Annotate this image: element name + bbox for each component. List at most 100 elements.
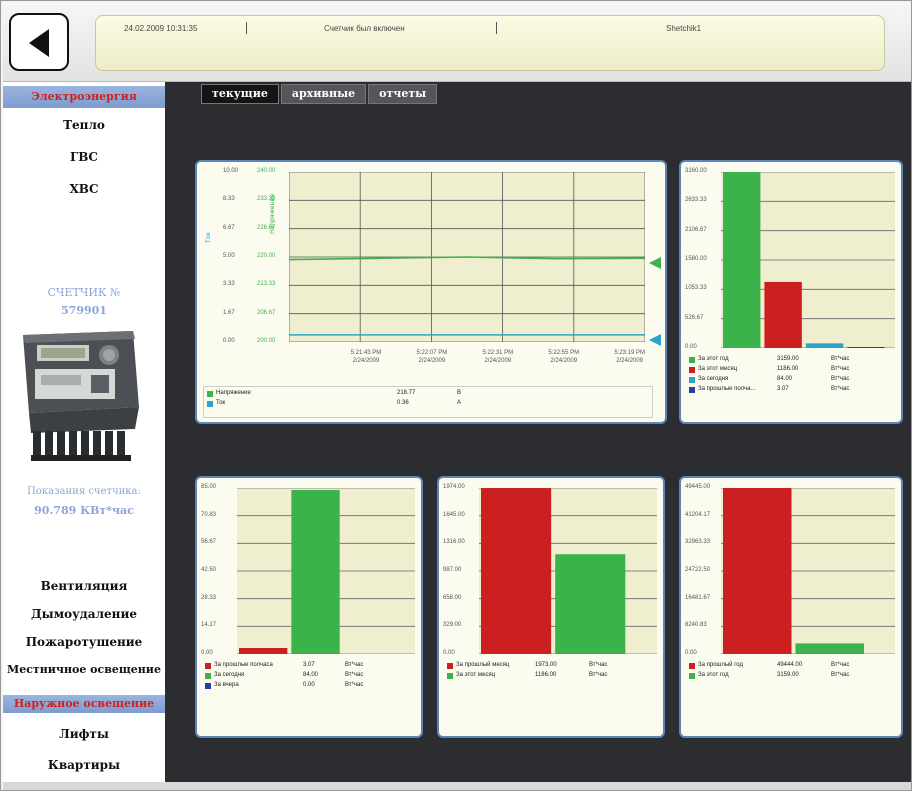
sidebar-item-apartments[interactable]: Квартиры: [3, 758, 165, 772]
left-axis-tick: 10.00: [223, 168, 239, 174]
tab-archive[interactable]: архивные: [280, 84, 367, 104]
bar-chart-panel-month: 1974.00 1645.00 1316.00 987.00 658.00 329.00 0…: [437, 476, 665, 738]
legend-value: 1973.00: [535, 662, 557, 668]
legend-swatch: [689, 357, 695, 363]
legend-name: За этот год: [698, 672, 729, 678]
x-axis-tick-date: 2/24/2009: [352, 358, 380, 364]
x-axis-tick-time: 5:21:43 PM: [350, 350, 382, 356]
right-axis-tick: 206.67: [257, 309, 276, 316]
separator: [496, 22, 497, 34]
legend-swatch: [689, 387, 695, 393]
sidebar-item-elevators[interactable]: Лифты: [3, 727, 165, 741]
window-frame: 24.02.2009 10:31:35 Счетчик был включен …: [0, 0, 912, 791]
legend-swatch: [207, 401, 213, 407]
sidebar-item-ventilation[interactable]: Вентиляция: [3, 579, 165, 593]
bar: [847, 347, 885, 348]
arrow-left-icon: [29, 29, 49, 57]
legend-value: 3159.00: [777, 356, 799, 362]
event-message-bar[interactable]: 24.02.2009 10:31:35 Счетчик был включен …: [95, 15, 885, 71]
y-axis-tick: 1053.33: [685, 285, 707, 292]
trend-chart-panel: Напряжение Ток 10.00 8.33 6.67 5.00 3.33 1.67…: [195, 160, 667, 424]
event-datetime: 24.02.2009 10:31:35: [124, 24, 198, 33]
y-axis-tick: 70.83: [201, 511, 217, 518]
legend-row: За вчера 0.00 Вт*час: [205, 682, 413, 691]
bar-chart-panel-today: 85.00 70.83 56.67 42.50 28.33 14.17 0.00 За про…: [195, 476, 423, 738]
sidebar-item-heat[interactable]: Тепло: [3, 118, 165, 132]
legend-swatch: [205, 663, 211, 669]
current-marker-icon: [649, 334, 661, 346]
y-axis-tick: 329.00: [443, 622, 462, 629]
legend-unit: Вт*час: [345, 662, 364, 668]
x-axis-tick-date: 2/24/2009: [484, 358, 512, 364]
bar: [723, 488, 792, 654]
sidebar-item-local-lighting[interactable]: Местничное освещение: [3, 663, 165, 676]
y-axis-tick: 658.00: [443, 594, 462, 601]
legend-value: 218.77: [397, 390, 416, 396]
legend-row: За прошлый год 49444.00 Вт*час: [689, 662, 893, 671]
y-axis-tick: 16481.67: [685, 594, 711, 601]
bar: [291, 489, 340, 654]
legend-name: За прошлые полча...: [698, 386, 756, 392]
right-axis-tick: 233.33: [257, 196, 276, 203]
bar-plot-area[interactable]: [237, 488, 415, 654]
legend-value: 84.00: [777, 376, 793, 382]
bar-plot-area[interactable]: [721, 488, 895, 654]
legend-row: За этот месяц 1186.00 Вт*час: [447, 672, 655, 681]
legend-swatch: [205, 683, 211, 689]
right-axis-tick: 240.00: [257, 168, 276, 174]
sidebar: Электроэнергия Тепло ГВС ХВС СЧЕТЧИК № 5…: [3, 82, 165, 782]
legend-value: 49444.00: [777, 662, 803, 668]
sidebar-item-outdoor-lighting[interactable]: Наружное освещение: [3, 695, 165, 713]
legend-unit: Вт*час: [831, 662, 850, 668]
tab-reports[interactable]: отчеты: [368, 84, 438, 104]
y-axis-tick: 2106.67: [685, 226, 707, 233]
sidebar-item-electricity[interactable]: Электроэнергия: [3, 86, 165, 108]
bar-plot-area[interactable]: [479, 488, 657, 654]
legend-unit: Вт*час: [831, 366, 850, 372]
bar-chart-panel-year: 3160.00 2633.33 2106.67 1580.00 1053.33 526.6…: [679, 160, 903, 424]
sidebar-item-cold-water[interactable]: ХВС: [3, 182, 165, 196]
top-bar: 24.02.2009 10:31:35 Счетчик был включен …: [3, 3, 911, 82]
legend-swatch: [447, 673, 453, 679]
x-axis-tick-time: 5:22:31 PM: [482, 350, 514, 356]
bar: [239, 648, 288, 654]
y-axis-tick: 0.00: [685, 650, 697, 656]
sidebar-item-hot-water[interactable]: ГВС: [3, 150, 165, 164]
legend-unit: Вт*час: [831, 672, 850, 678]
left-axis-tick: 5.00: [223, 253, 235, 259]
meter-number-label: СЧЕТЧИК №: [47, 286, 121, 299]
trend-plot-area[interactable]: [289, 172, 645, 342]
y-axis-tick: 0.00: [201, 650, 213, 656]
legend-value: 0.00: [303, 682, 315, 688]
legend-name: За прошлые полчаса: [214, 662, 273, 668]
event-source: Shetchik1: [666, 24, 702, 33]
x-axis-tick-date: 2/24/2009: [550, 358, 578, 364]
left-axis-tick: 0.00: [223, 338, 235, 344]
back-button[interactable]: [9, 13, 69, 71]
right-axis-label: Напряжение: [269, 193, 276, 235]
bar-legend: За прошлые полчаса 3.07 Вт*час За сегодня 84…: [203, 660, 415, 694]
x-axis-tick-time: 5:23:19 PM: [614, 350, 645, 356]
y-axis-tick: 0.00: [685, 344, 697, 350]
main-area: текущие архивные отчеты Напряжение Ток 1…: [165, 82, 911, 782]
legend-swatch: [205, 673, 211, 679]
reading-label: Показания счетчика:: [27, 486, 141, 497]
sidebar-item-fire-fighting[interactable]: Пожаротушение: [3, 635, 165, 649]
bar-legend: За прошлый год 49444.00 Вт*час За этот год 3…: [687, 660, 895, 684]
left-axis-label: Ток: [205, 232, 212, 243]
event-message: Счетчик был включен: [324, 24, 405, 33]
separator: [246, 22, 247, 34]
y-axis-tick: 0.00: [443, 650, 455, 656]
legend-unit: А: [457, 400, 462, 406]
bar-plot-area[interactable]: [721, 172, 895, 348]
legend-value: 1186.00: [535, 672, 557, 678]
tab-current[interactable]: текущие: [201, 84, 279, 104]
y-axis-tick: 987.00: [443, 567, 462, 573]
trend-plot: [289, 172, 645, 342]
bottom-bar: [3, 782, 911, 790]
legend-row: За прошлые полча... 3.07 Вт*час: [689, 386, 893, 395]
y-axis-tick: 32963.33: [685, 539, 711, 546]
legend-unit: В: [457, 390, 462, 396]
legend-unit: Вт*час: [345, 682, 364, 688]
sidebar-item-smoke-removal[interactable]: Дымоудаление: [3, 607, 165, 621]
